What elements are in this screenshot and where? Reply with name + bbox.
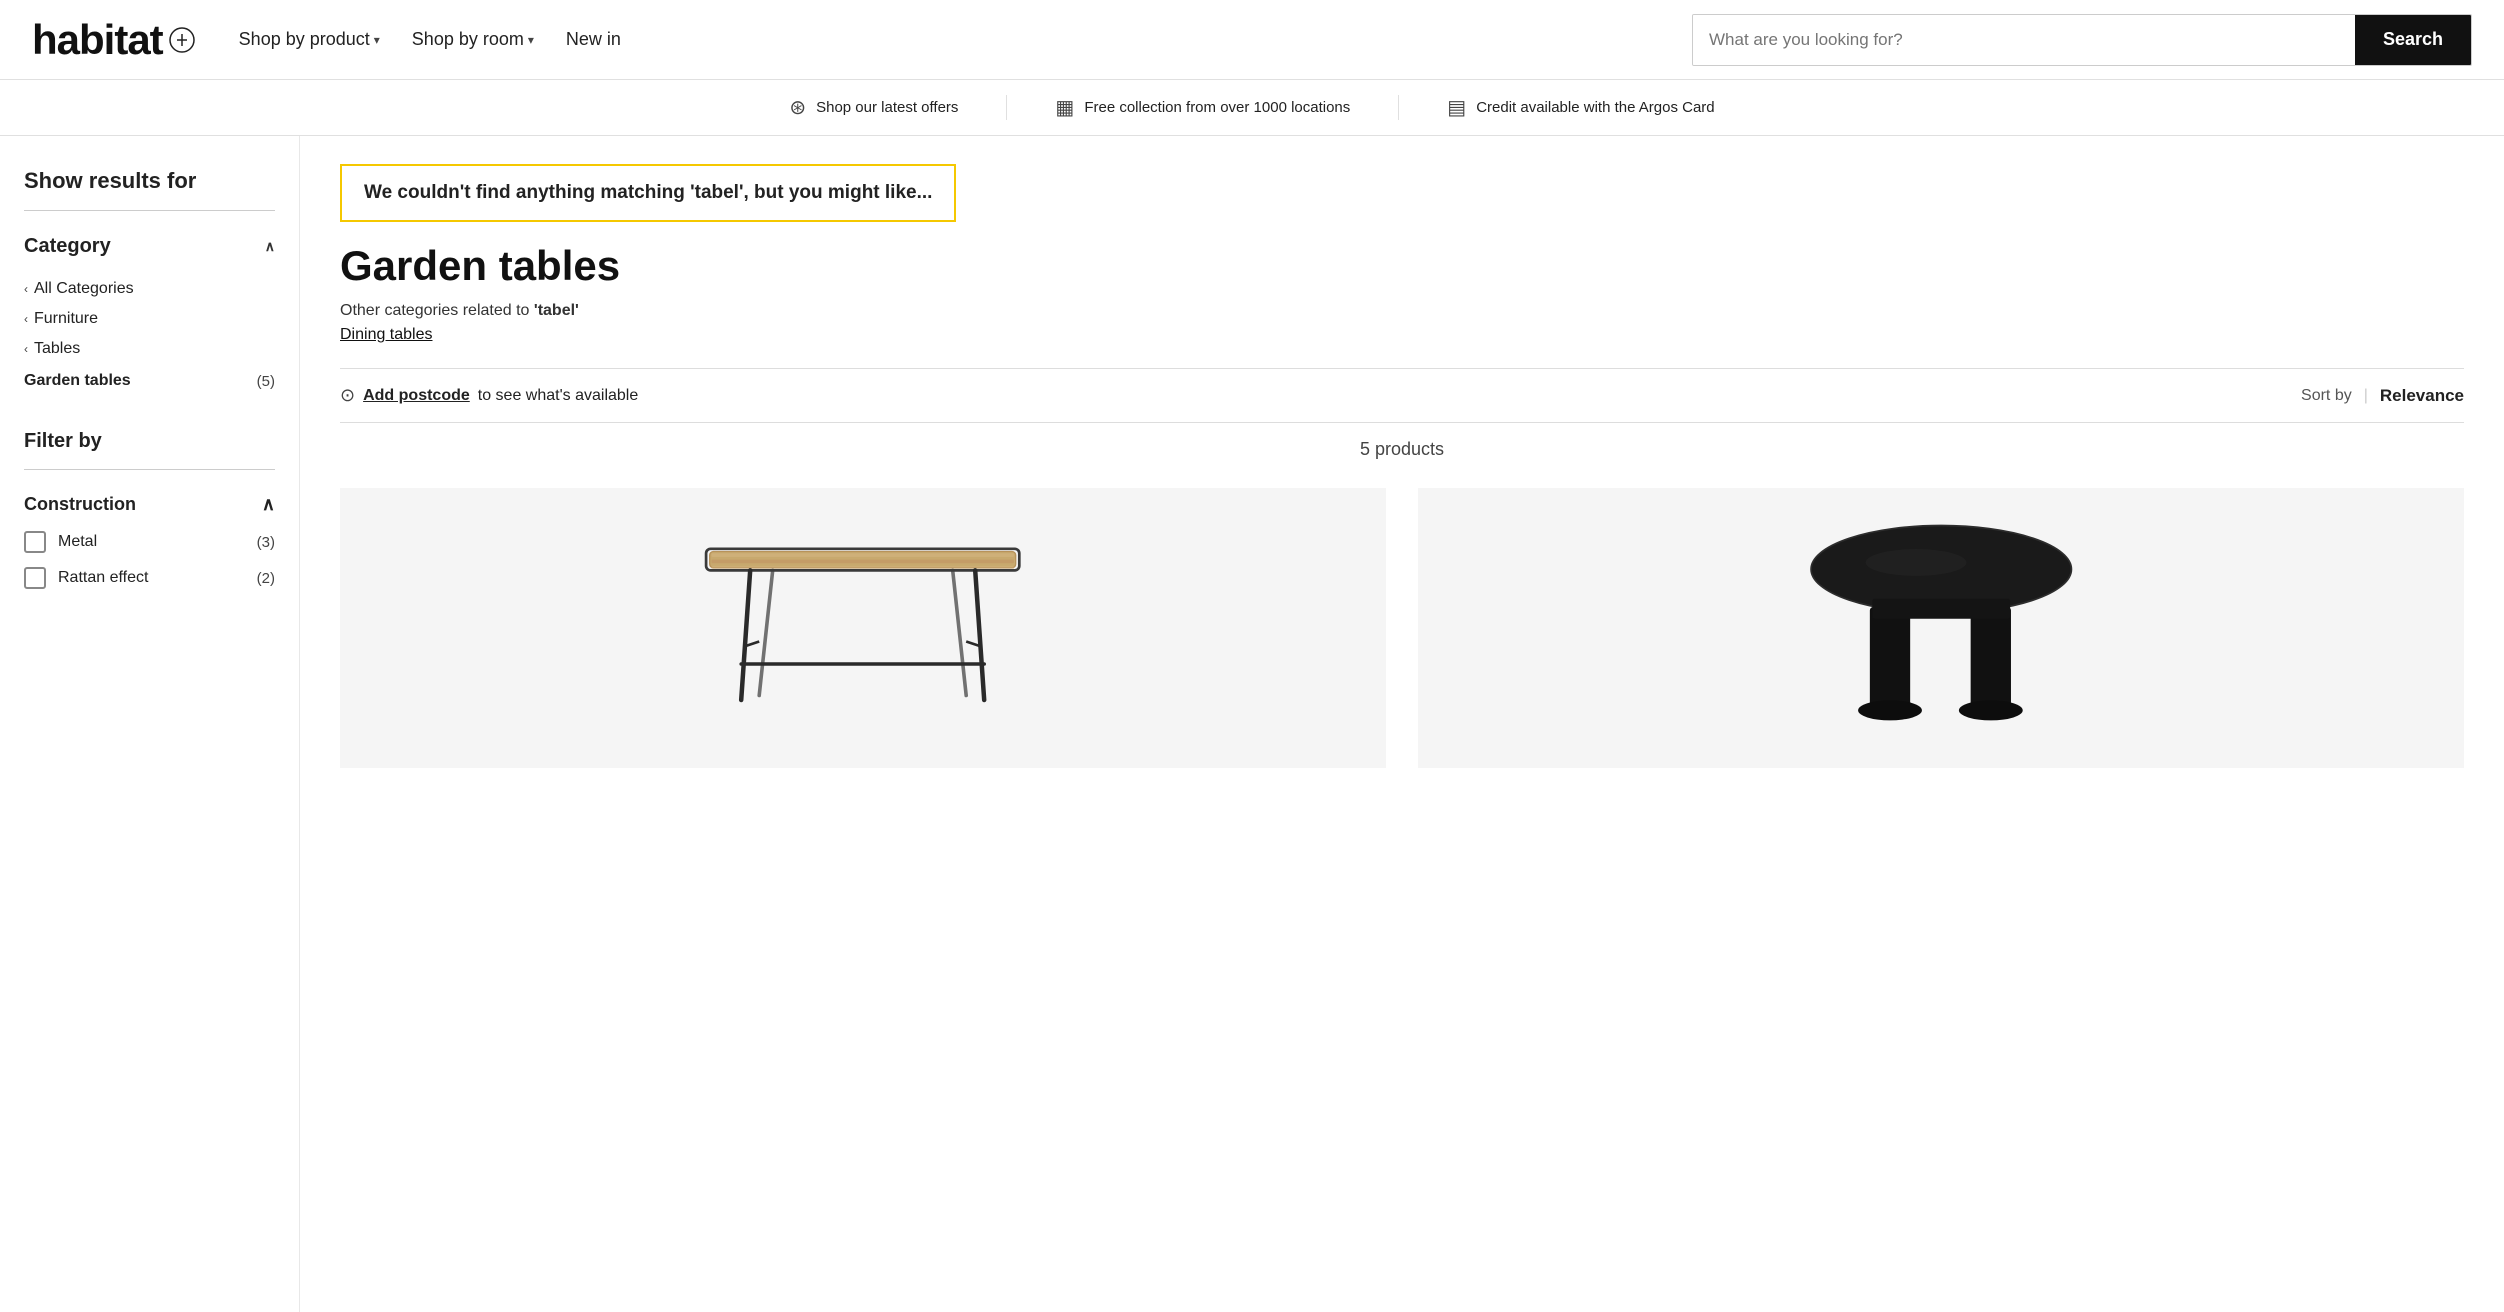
product-grid (340, 488, 2464, 780)
garden-table-1-svg (392, 502, 1333, 754)
logo-icon (169, 27, 195, 53)
card-icon: ▤ (1447, 95, 1466, 120)
store-icon: ▦ (1055, 95, 1074, 120)
category-furniture[interactable]: ‹ Furniture (24, 304, 275, 334)
products-count: 5 products (340, 439, 2464, 460)
category-garden-tables-active[interactable]: Garden tables (5) (24, 364, 275, 394)
product-card[interactable] (340, 488, 1386, 780)
filter-rattan-effect: Rattan effect (2) (24, 567, 275, 589)
nav-new-in[interactable]: New in (554, 21, 633, 58)
chevron-left-icon: ‹ (24, 282, 28, 296)
category-tables[interactable]: ‹ Tables (24, 334, 275, 364)
sidebar-divider (24, 210, 275, 211)
sort-value[interactable]: Relevance (2380, 386, 2464, 406)
metal-checkbox[interactable] (24, 531, 46, 553)
chevron-left-icon: ‹ (24, 342, 28, 356)
product-card[interactable] (1418, 488, 2464, 780)
search-bar: Search (1692, 14, 2472, 66)
chevron-left-icon: ‹ (24, 312, 28, 326)
main-nav: Shop by product ▾ Shop by room ▾ New in (227, 21, 633, 58)
rattan-checkbox[interactable] (24, 567, 46, 589)
other-categories-label: Other categories related to 'tabel' (340, 302, 2464, 320)
filter-sort-bar: ⊙ Add postcode to see what's available S… (340, 368, 2464, 423)
product-image-1 (340, 488, 1386, 768)
nav-shop-by-room[interactable]: Shop by room ▾ (400, 21, 546, 58)
chevron-down-icon: ▾ (528, 33, 534, 47)
header: habitat Shop by product ▾ Shop by room ▾… (0, 0, 2504, 80)
sidebar: Show results for Category ∧ ‹ All Catego… (0, 136, 300, 1312)
filter-by-label: Filter by (24, 430, 275, 453)
nav-shop-by-product[interactable]: Shop by product ▾ (227, 21, 392, 58)
location-icon: ⊙ (340, 385, 355, 406)
search-input[interactable] (1693, 15, 2355, 65)
product-image-2 (1418, 488, 2464, 768)
postcode-section: ⊙ Add postcode to see what's available (340, 385, 638, 406)
category-all[interactable]: ‹ All Categories (24, 274, 275, 304)
sub-header-credit[interactable]: ▤ Credit available with the Argos Card (1399, 95, 1762, 120)
filter-metal: Metal (3) (24, 531, 275, 553)
search-button[interactable]: Search (2355, 15, 2471, 65)
sub-header-collection[interactable]: ▦ Free collection from over 1000 locatio… (1007, 95, 1399, 120)
sub-header: ⊛ Shop our latest offers ▦ Free collecti… (0, 80, 2504, 136)
garden-table-2-svg (1549, 502, 2334, 754)
chevron-up-icon: ∧ (265, 238, 275, 255)
main-container: Show results for Category ∧ ‹ All Catego… (0, 136, 2504, 1312)
dining-tables-link[interactable]: Dining tables (340, 326, 433, 344)
sub-header-offers[interactable]: ⊛ Shop our latest offers (741, 95, 1007, 120)
sort-section: Sort by | Relevance (2301, 386, 2464, 406)
filter-divider (24, 469, 275, 470)
logo-text: habitat (32, 16, 163, 64)
content: We couldn't find anything matching 'tabe… (300, 136, 2504, 1312)
construction-filter-header[interactable]: Construction ∧ (24, 494, 275, 515)
filter-section: Filter by Construction ∧ Metal (3) Ratta… (24, 430, 275, 589)
logo[interactable]: habitat (32, 16, 195, 64)
tag-icon: ⊛ (789, 95, 806, 120)
add-postcode-link[interactable]: Add postcode (363, 387, 470, 405)
chevron-up-icon: ∧ (262, 494, 275, 515)
page-title: Garden tables (340, 242, 2464, 290)
no-results-message: We couldn't find anything matching 'tabe… (340, 164, 956, 222)
chevron-down-icon: ▾ (374, 33, 380, 47)
category-section[interactable]: Category ∧ (24, 235, 275, 258)
show-results-label: Show results for (24, 168, 275, 194)
